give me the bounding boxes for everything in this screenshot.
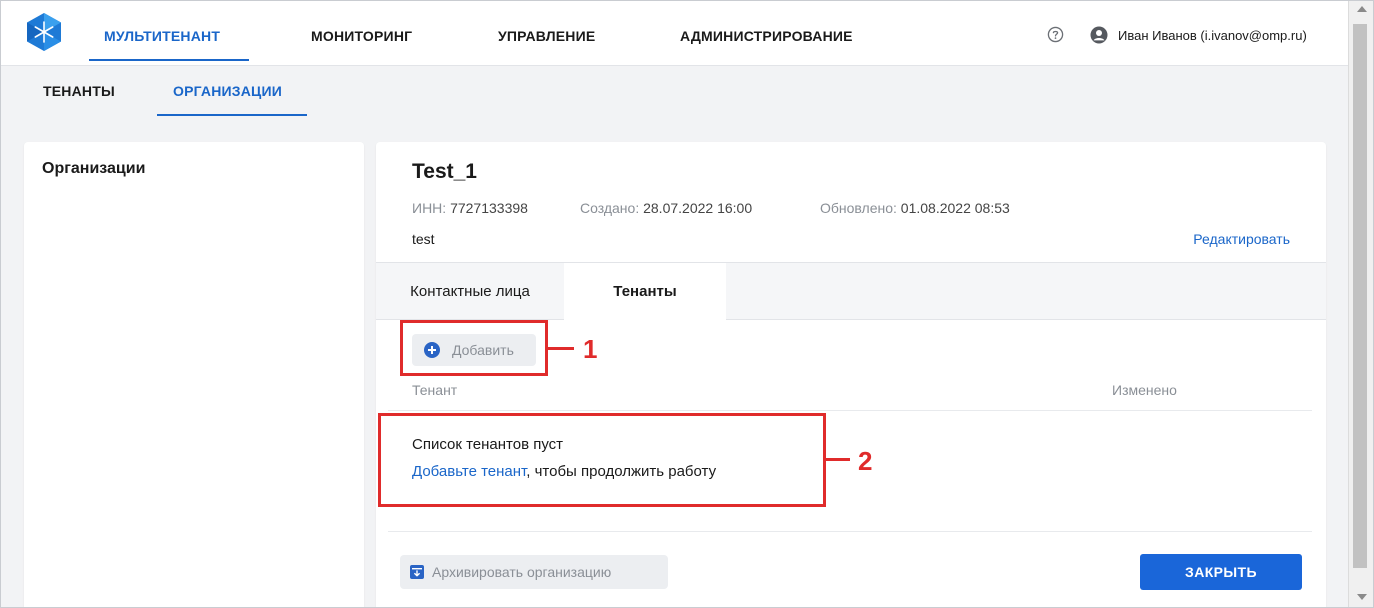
nav-monitoring[interactable]: МОНИТОРИНГ (311, 0, 412, 66)
annotation-line-1 (548, 347, 574, 350)
inn-value: 7727133398 (450, 200, 528, 216)
tab-tenants[interactable]: Тенанты (564, 263, 726, 322)
archive-organization-button[interactable]: Архивировать организацию (400, 555, 668, 589)
card-tabs: Контактные лица Тенанты (376, 262, 1326, 322)
updated-label: Обновлено: (820, 200, 897, 216)
inn-label: ИНН: (412, 200, 447, 216)
user-name[interactable]: Иван Иванов (i.ivanov@omp.ru) (1118, 28, 1307, 43)
top-header: МУЛЬТИТЕНАНТ МОНИТОРИНГ УПРАВЛЕНИЕ АДМИН… (0, 0, 1348, 66)
organization-description: test (412, 231, 435, 247)
created-meta: Создано: 28.07.2022 16:00 (580, 200, 752, 216)
nav-multitenant[interactable]: МУЛЬТИТЕНАНТ (104, 0, 220, 66)
app-logo-icon[interactable] (24, 12, 64, 52)
archive-icon (410, 565, 424, 579)
panel-title: Организации (42, 160, 146, 177)
tab-contacts[interactable]: Контактные лица (376, 263, 564, 321)
subtab-organizations[interactable]: ОРГАНИЗАЦИИ (173, 83, 282, 99)
table-header-divider (388, 410, 1312, 411)
inn-meta: ИНН: 7727133398 (412, 200, 528, 216)
annotation-box-1 (400, 320, 548, 376)
nav-active-indicator (89, 59, 249, 61)
footer-divider (388, 531, 1312, 532)
updated-value: 01.08.2022 08:53 (900, 200, 1010, 216)
created-value: 28.07.2022 16:00 (643, 200, 753, 216)
nav-administration[interactable]: АДМИНИСТРИРОВАНИЕ (680, 0, 853, 66)
archive-button-label: Архивировать организацию (432, 564, 612, 580)
nav-management[interactable]: УПРАВЛЕНИЕ (498, 0, 595, 66)
annotation-line-2 (826, 458, 850, 461)
created-label: Создано: (580, 200, 640, 216)
scroll-up-icon[interactable] (1357, 6, 1367, 12)
annotation-number-1: 1 (583, 334, 598, 364)
annotation-box-2 (378, 413, 826, 507)
scroll-thumb[interactable] (1353, 24, 1367, 568)
subtab-active-indicator (157, 114, 307, 116)
user-icon[interactable] (1090, 26, 1108, 44)
updated-meta: Обновлено: 01.08.2022 08:53 (820, 200, 1010, 216)
column-modified: Изменено (1112, 382, 1177, 398)
subtab-tenants[interactable]: ТЕНАНТЫ (43, 83, 115, 99)
help-icon[interactable] (1047, 26, 1064, 43)
organizations-list-panel: Организации (24, 142, 364, 608)
vertical-scrollbar[interactable] (1348, 0, 1374, 608)
column-tenant: Тенант (412, 382, 458, 398)
scroll-down-icon[interactable] (1357, 594, 1367, 600)
annotation-number-2: 2 (858, 446, 873, 476)
close-button[interactable]: ЗАКРЫТЬ (1140, 554, 1302, 590)
edit-link[interactable]: Редактировать (1193, 231, 1290, 247)
organization-name: Test_1 (412, 160, 477, 183)
